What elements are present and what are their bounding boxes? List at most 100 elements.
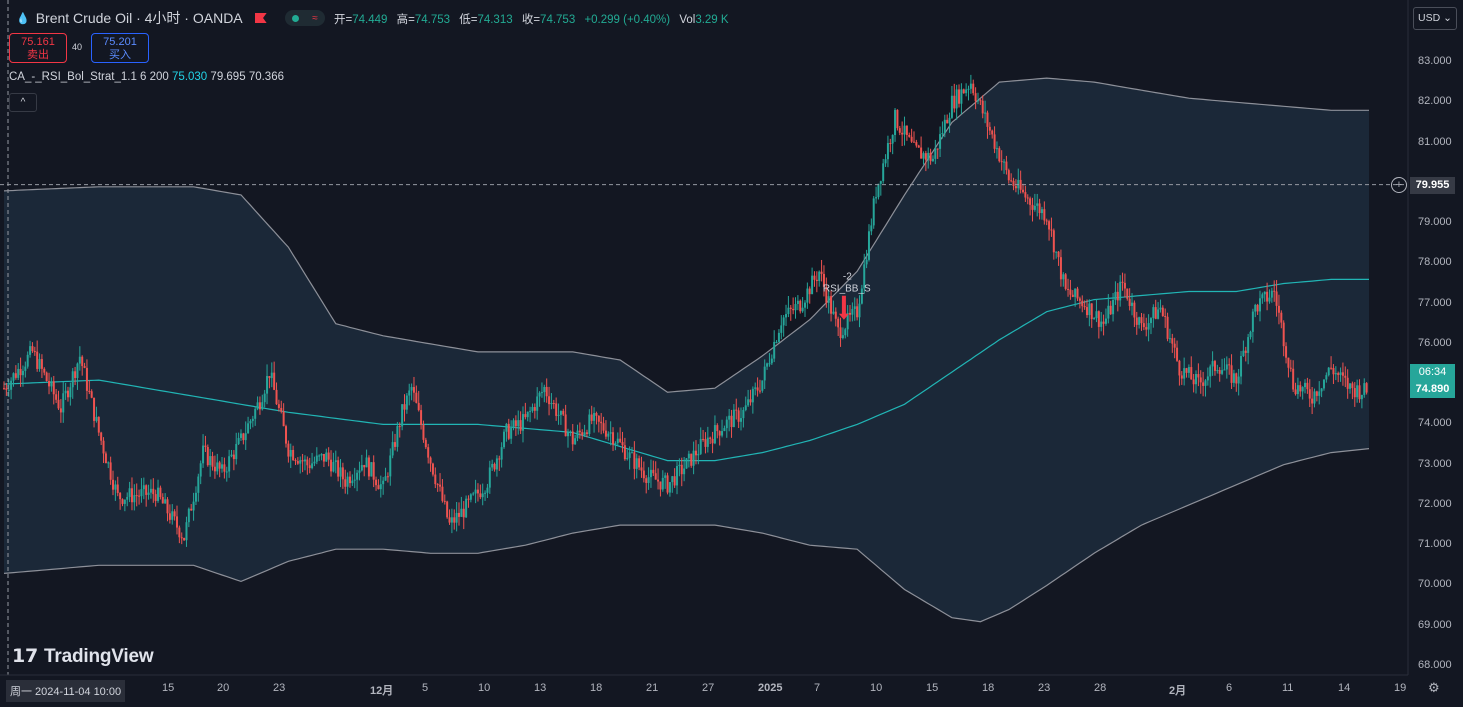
candle-body [920, 147, 923, 159]
candle-body [446, 501, 449, 518]
candle-body [363, 465, 366, 468]
candle-body [1040, 209, 1043, 214]
candle-body [325, 452, 328, 462]
candle-body [1131, 302, 1134, 306]
candle-body [1138, 317, 1141, 325]
price-tick-label: 83.000 [1418, 55, 1452, 67]
price-chart[interactable]: -2RSI_BB_S [0, 0, 1463, 707]
time-tick-label: 27 [702, 682, 715, 694]
candle-body [834, 311, 837, 319]
candle-body [657, 479, 660, 482]
candle-body [462, 508, 465, 518]
buy-button[interactable]: 75.201 买入 [91, 33, 149, 63]
candle-body [1147, 323, 1150, 330]
candle-body [119, 492, 122, 500]
price-tick-label: 70.000 [1418, 578, 1452, 591]
chevron-down-icon: ⌄ [1443, 12, 1452, 24]
candle-body [969, 83, 972, 89]
candle-body [820, 271, 823, 274]
candle-body [500, 447, 503, 460]
candle-body [1074, 288, 1077, 297]
flag-icon[interactable] [254, 13, 267, 23]
candle-body [529, 410, 532, 412]
time-tick-label: 6 [1226, 682, 1233, 694]
candle-body [1218, 370, 1221, 374]
candle-body [588, 414, 591, 434]
candle-body [1114, 291, 1117, 300]
candle-body [116, 484, 119, 493]
candle-body [1135, 317, 1138, 325]
candle-body [218, 462, 221, 469]
candle-body [386, 476, 389, 478]
candle-body [275, 389, 278, 405]
candle-body [199, 463, 202, 477]
candle-body [998, 148, 1001, 162]
candle-body [441, 486, 444, 501]
candle-body [1029, 198, 1032, 205]
candle-body [296, 461, 299, 464]
sell-button[interactable]: 75.161 卖出 [9, 33, 67, 63]
add-alert-plus-icon[interactable]: + [1391, 177, 1407, 193]
candle-body [398, 426, 401, 428]
candle-body [756, 387, 759, 391]
candle-body [1334, 373, 1337, 375]
candle-body [346, 476, 349, 487]
market-status-toggle[interactable]: ≈ [284, 10, 325, 26]
candle-body [723, 428, 726, 432]
candle-body [420, 410, 423, 425]
candle-body [851, 308, 854, 315]
candle-body [1043, 209, 1046, 221]
candle-body [472, 493, 475, 495]
candle-body [1140, 317, 1143, 324]
candle-body [1304, 382, 1307, 388]
time-tick-label: 14 [1338, 682, 1351, 694]
candle-body [664, 475, 667, 478]
candle-body [827, 296, 830, 303]
candle-body [107, 462, 110, 464]
candle-body [358, 470, 361, 473]
candle-body [1026, 197, 1029, 199]
currency-select[interactable]: USD ⌄ [1413, 7, 1457, 30]
candle-body [1292, 368, 1295, 390]
tradingview-logo[interactable]: 17 TradingView [12, 645, 154, 668]
droplet-icon: 💧 [16, 12, 30, 25]
candle-body [239, 433, 242, 438]
candle-body [818, 271, 821, 282]
candle-body [232, 454, 235, 460]
candle-body [183, 537, 186, 541]
candle-body [943, 119, 946, 134]
candle-body [1261, 294, 1264, 299]
candle-body [173, 511, 176, 517]
candle-body [71, 371, 74, 388]
collapse-legend-button[interactable]: ^ [9, 93, 37, 112]
candle-body [1104, 318, 1107, 324]
candle-body [308, 465, 311, 469]
candle-body [974, 93, 977, 102]
indicator-legend[interactable]: CA_-_RSI_Bol_Strat_1.1 6 200 75.030 79.6… [9, 71, 284, 83]
candle-body [955, 89, 958, 109]
candle-body [877, 183, 880, 198]
candle-body [706, 437, 709, 447]
candle-body [1351, 383, 1354, 389]
candle-body [450, 517, 453, 523]
candle-body [1185, 368, 1188, 373]
candle-body [1216, 370, 1219, 372]
candle-body [360, 465, 363, 471]
candle-body [78, 356, 81, 364]
candle-body [1095, 311, 1098, 319]
price-tick-label: 72.000 [1418, 497, 1452, 510]
symbol-header[interactable]: 💧 Brent Crude Oil · 4小时 · OANDA ≈ [16, 8, 325, 28]
indicator-name: CA_-_RSI_Bol_Strat_1.1 6 200 [9, 71, 169, 83]
candle-body [775, 341, 778, 343]
candle-body [1176, 347, 1179, 361]
candle-body [680, 464, 683, 475]
settings-gear-icon[interactable]: ⚙ [1428, 680, 1440, 696]
candle-body [929, 152, 932, 162]
candle-body [135, 495, 138, 497]
candle-body [737, 410, 740, 422]
candle-body [1123, 282, 1126, 289]
candle-body [405, 395, 408, 410]
candle-body [320, 453, 323, 456]
candle-body [332, 462, 335, 472]
candle-body [841, 335, 844, 339]
